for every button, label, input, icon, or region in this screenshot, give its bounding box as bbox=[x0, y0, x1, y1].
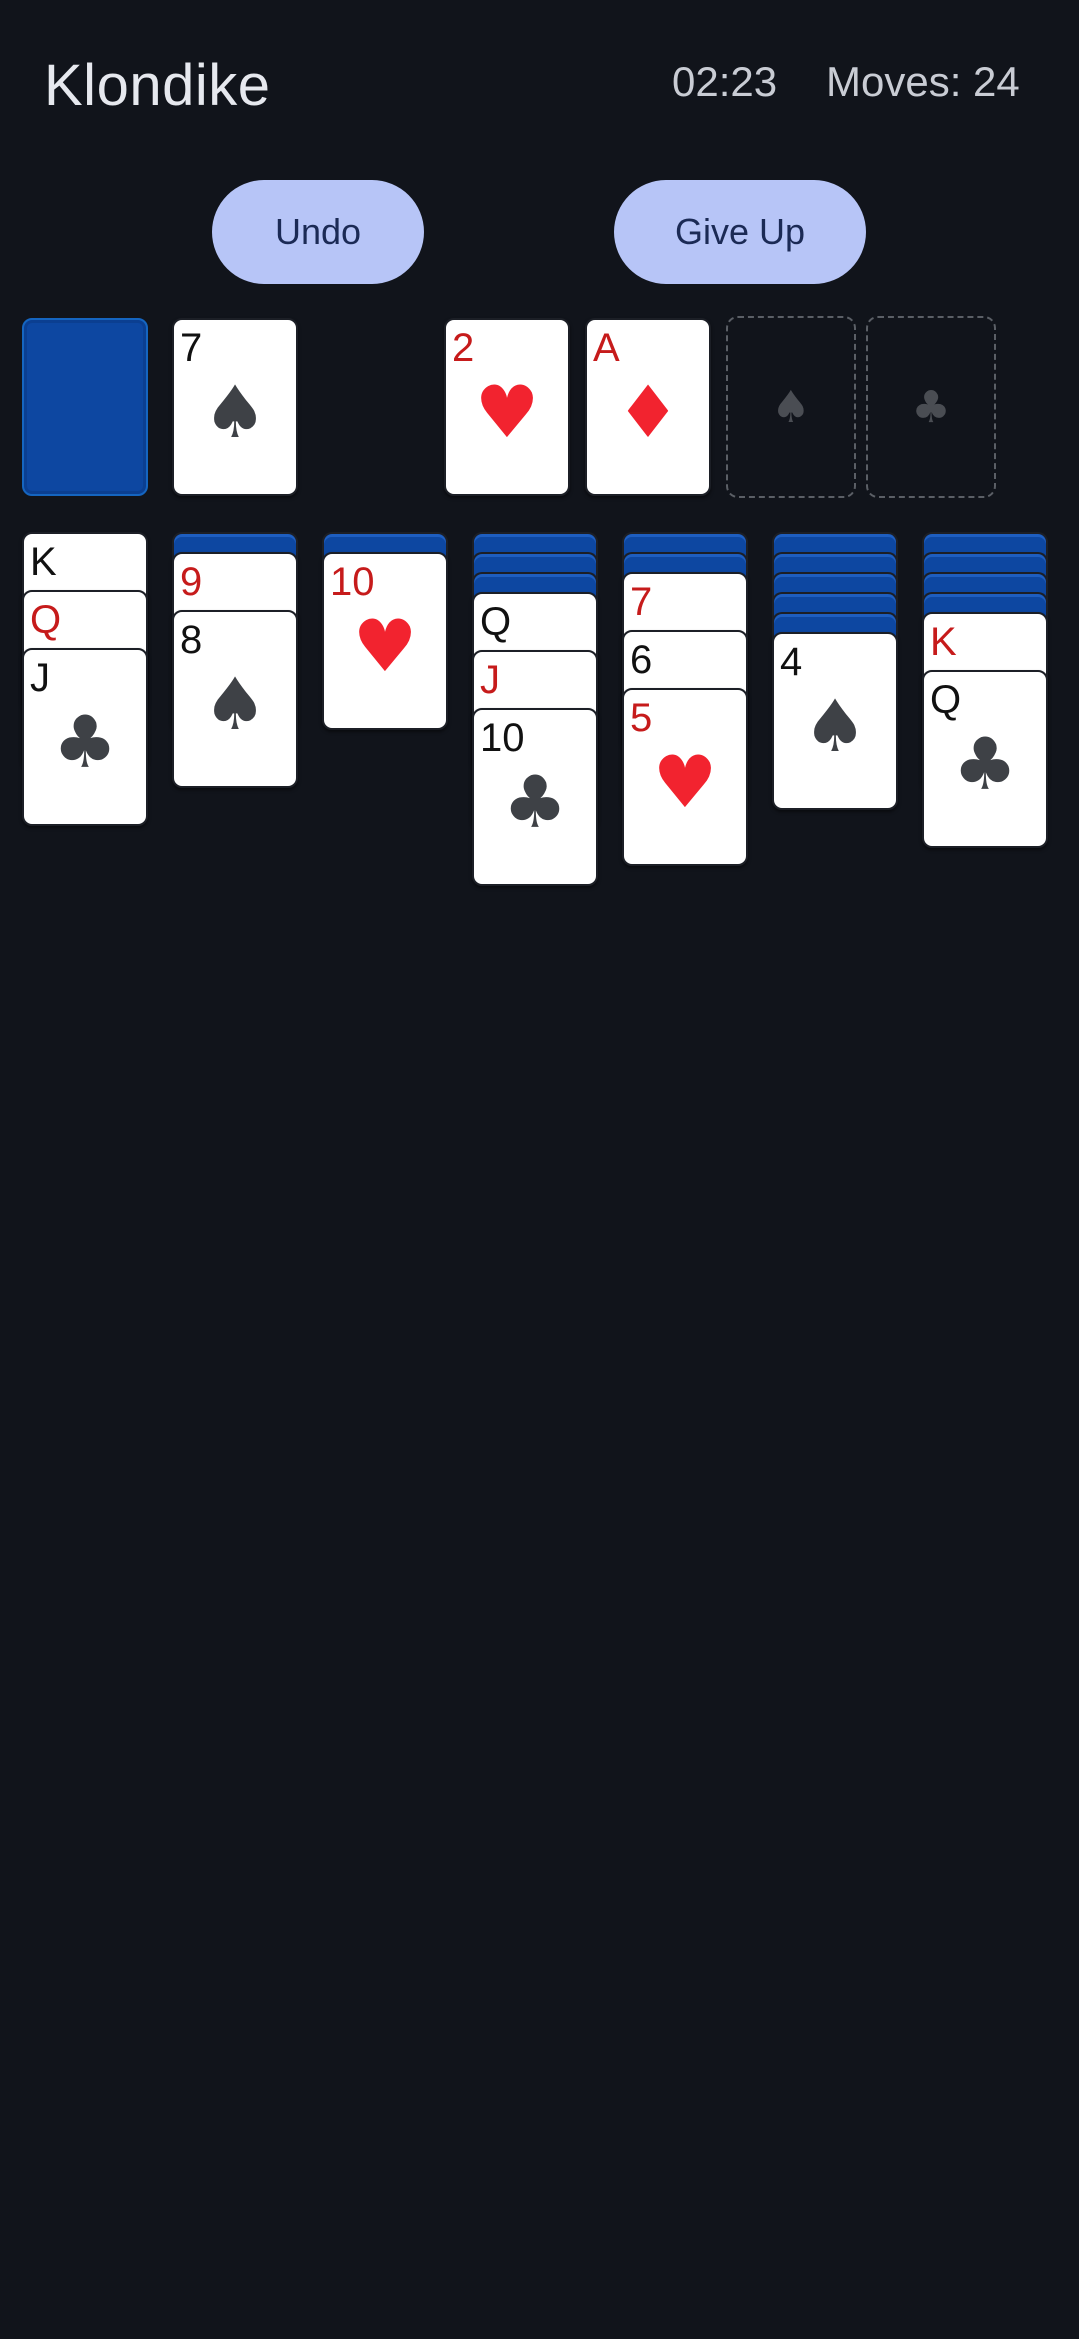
card-suit-icon: ♥ bbox=[474, 370, 540, 454]
card-rank: 6 bbox=[630, 638, 653, 682]
tableau-card[interactable]: 10 ♥ bbox=[322, 552, 448, 730]
tableau-card[interactable]: 5 ♥ bbox=[622, 688, 748, 866]
foundation-card[interactable]: A ♦ bbox=[585, 318, 711, 496]
card-rank: 7 bbox=[630, 580, 653, 624]
game-title: Klondike bbox=[44, 53, 271, 118]
give-up-button[interactable]: Give Up bbox=[614, 180, 866, 284]
suit-placeholder-icon: ♠ bbox=[771, 381, 811, 433]
tableau-card[interactable]: 10 ♣ bbox=[472, 708, 598, 886]
card-rank: Q bbox=[480, 600, 512, 644]
card-suit-icon: ♣ bbox=[502, 760, 568, 844]
card-rank: 5 bbox=[630, 696, 653, 740]
move-counter: Moves: 24 bbox=[826, 58, 1020, 105]
card-rank: 2 bbox=[452, 326, 475, 370]
foundation-slot[interactable]: ♠ bbox=[726, 316, 856, 498]
card-rank: Q bbox=[30, 598, 62, 642]
card-rank: 4 bbox=[780, 640, 803, 684]
card-suit-icon: ♥ bbox=[352, 604, 418, 688]
waste-card[interactable]: 7 ♠ bbox=[172, 318, 298, 496]
card-rank: 10 bbox=[330, 560, 375, 604]
card-suit-icon: ♠ bbox=[802, 684, 868, 768]
suit-placeholder-icon: ♣ bbox=[911, 381, 951, 433]
card-rank: 8 bbox=[180, 618, 203, 662]
card-rank: Q bbox=[930, 678, 962, 722]
card-suit-icon: ♣ bbox=[952, 722, 1018, 806]
card-rank: 10 bbox=[480, 716, 525, 760]
card-rank: A bbox=[593, 326, 620, 370]
card-suit-icon: ♣ bbox=[52, 700, 118, 784]
card-rank: J bbox=[480, 658, 500, 702]
foundation-slot[interactable]: ♣ bbox=[866, 316, 996, 498]
tableau-card[interactable]: 8 ♠ bbox=[172, 610, 298, 788]
undo-button[interactable]: Undo bbox=[212, 180, 424, 284]
timer: 02:23 bbox=[672, 58, 778, 105]
card-rank: 9 bbox=[180, 560, 203, 604]
card-rank: J bbox=[30, 656, 50, 700]
tableau-card[interactable]: 4 ♠ bbox=[772, 632, 898, 810]
tableau-card[interactable]: J ♣ bbox=[22, 648, 148, 826]
foundation-card[interactable]: 2 ♥ bbox=[444, 318, 570, 496]
card-suit-icon: ♦ bbox=[615, 370, 681, 454]
tableau-card[interactable]: Q ♣ bbox=[922, 670, 1048, 848]
card-suit-icon: ♠ bbox=[202, 662, 268, 746]
card-rank: 7 bbox=[180, 326, 203, 370]
card-rank: K bbox=[30, 540, 57, 584]
card-suit-icon: ♥ bbox=[652, 740, 718, 824]
stock-pile[interactable] bbox=[22, 318, 148, 496]
card-rank: K bbox=[930, 620, 957, 664]
card-suit-icon: ♠ bbox=[202, 370, 268, 454]
game-screen: Klondike 02:23 Moves: 24 Undo Give Up 7 ♠… bbox=[0, 0, 1079, 2339]
